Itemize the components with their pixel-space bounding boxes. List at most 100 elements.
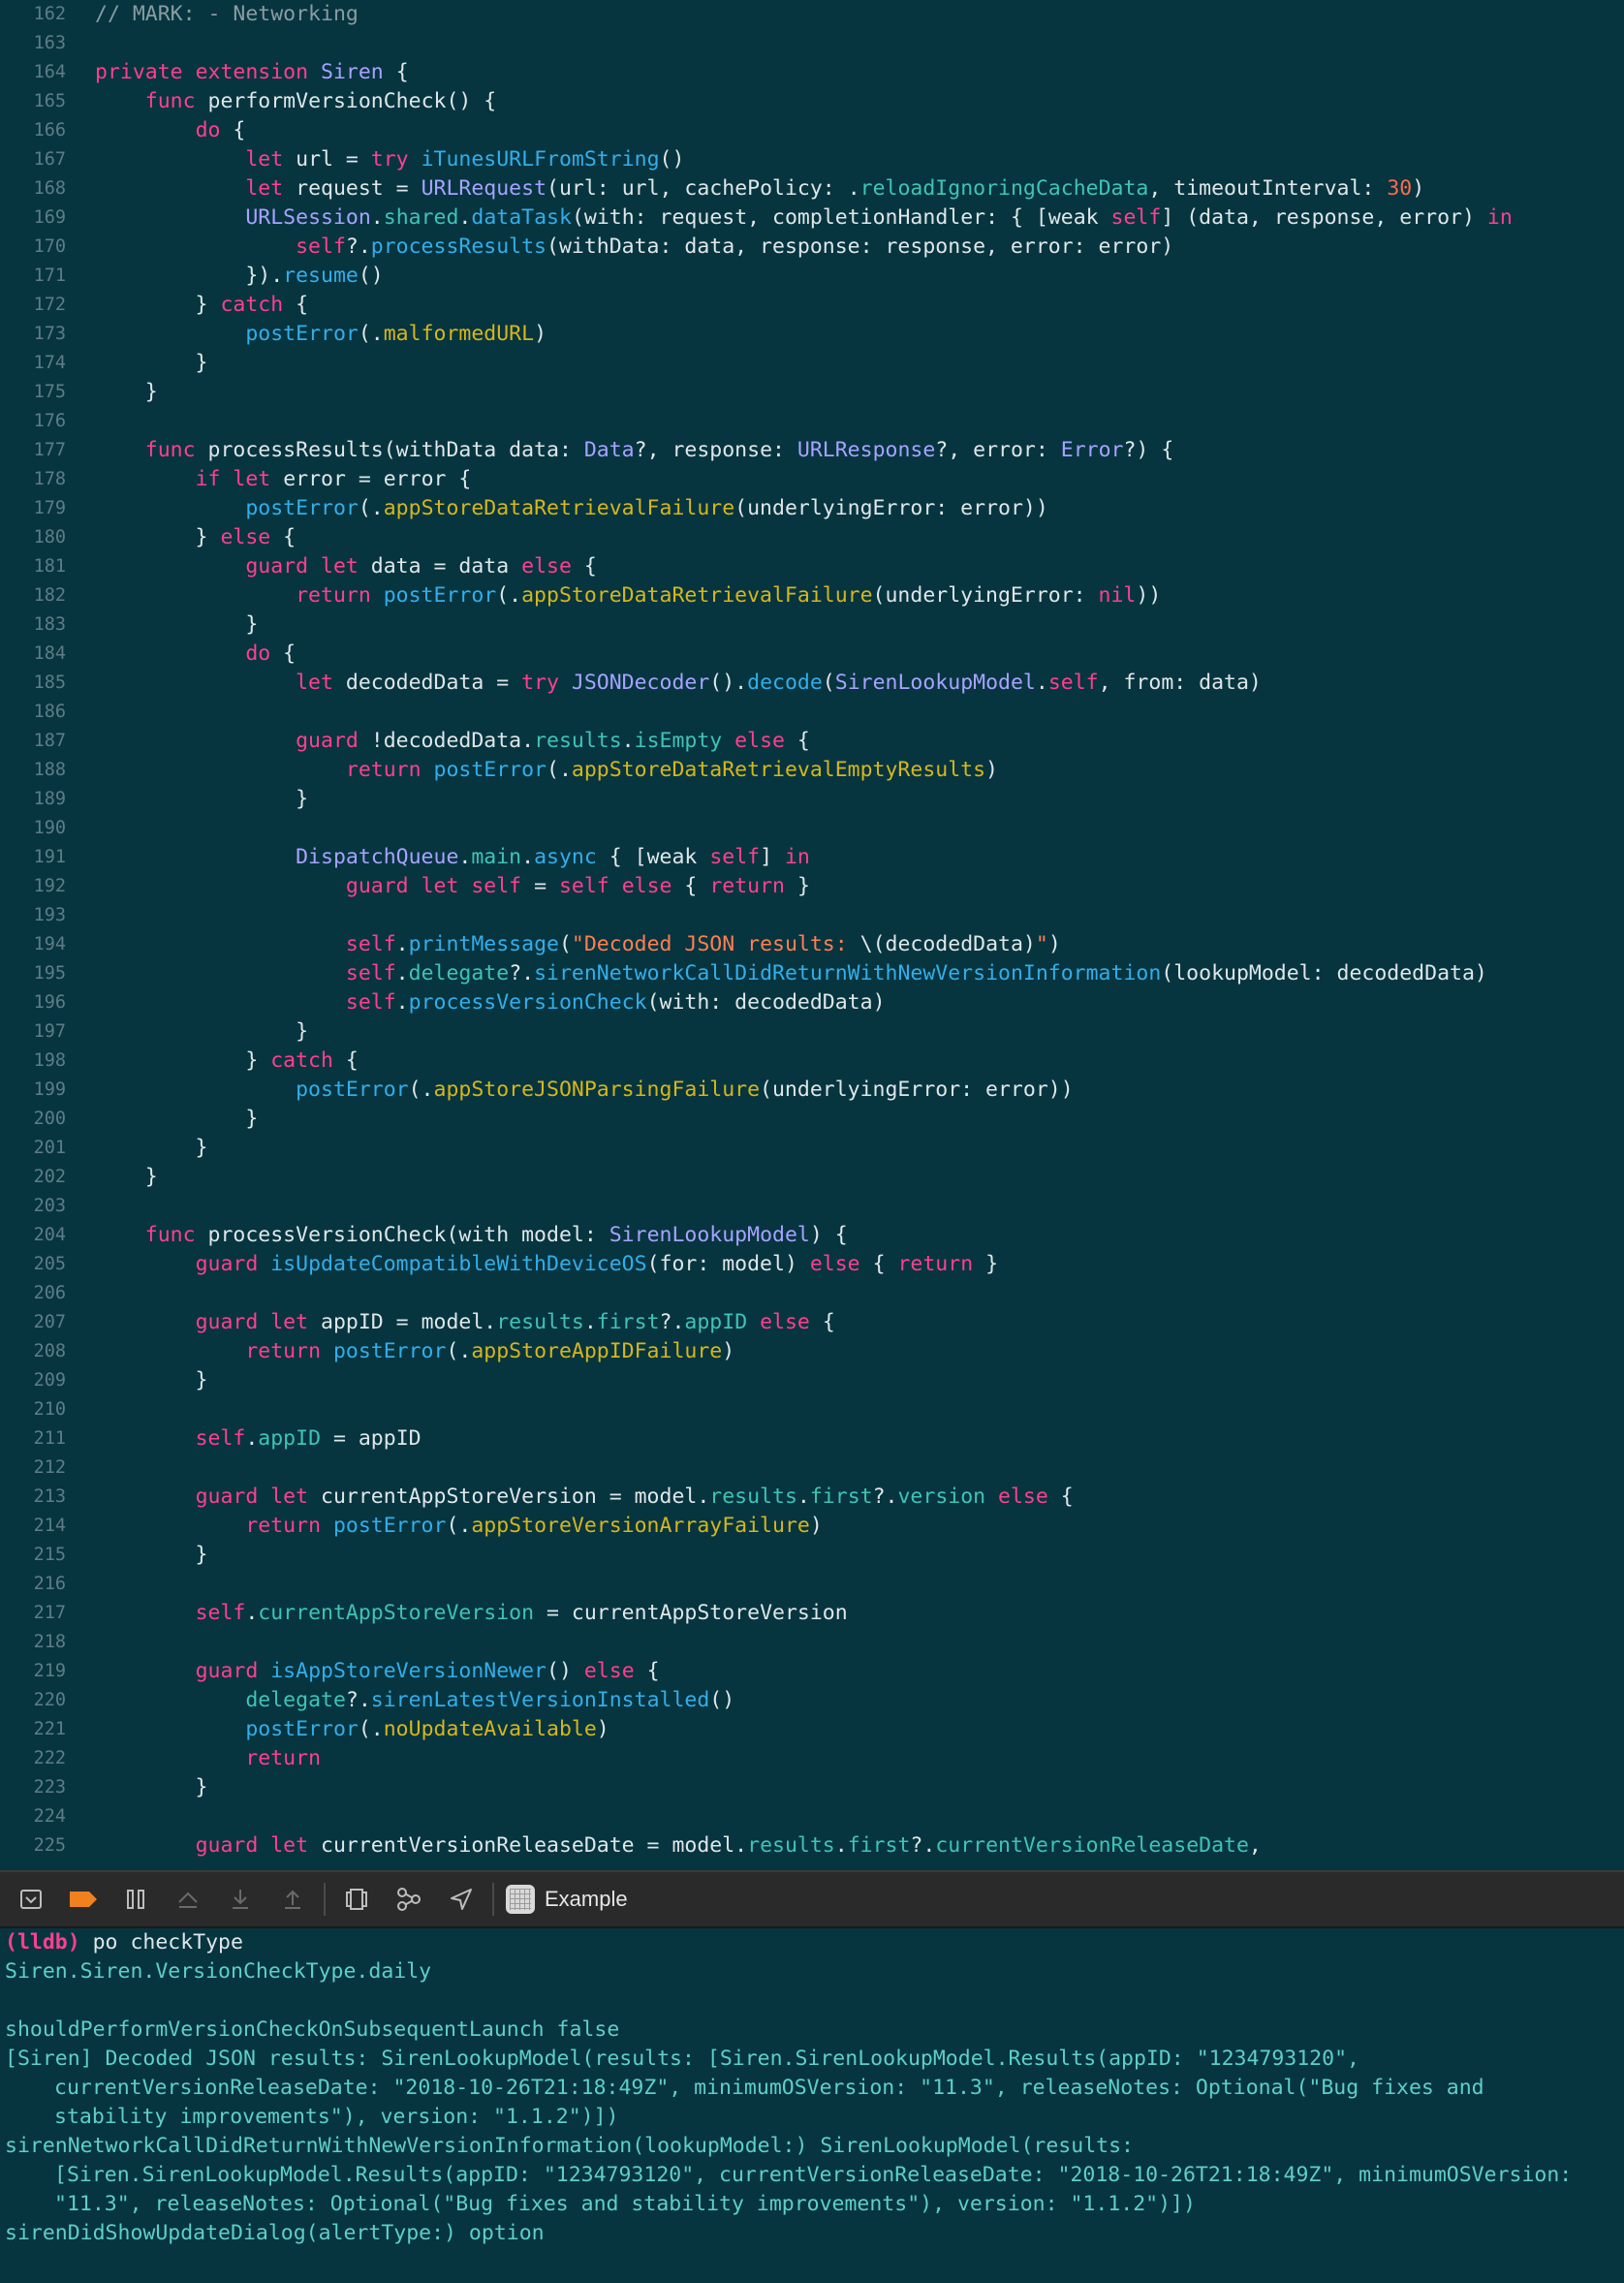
process-selector[interactable]: Example xyxy=(506,1885,628,1914)
code-line[interactable]: 182 return postError(.appStoreDataRetrie… xyxy=(0,581,1624,610)
code-line[interactable]: 200 } xyxy=(0,1105,1624,1134)
code-line[interactable]: 217 self.currentAppStoreVersion = curren… xyxy=(0,1599,1624,1628)
code-line[interactable]: 163 xyxy=(0,29,1624,58)
hide-console-button[interactable] xyxy=(10,1878,52,1921)
code-line[interactable]: 185 let decodedData = try JSONDecoder().… xyxy=(0,669,1624,698)
code-token: self xyxy=(1047,671,1099,695)
code-line[interactable]: 205 guard isUpdateCompatibleWithDeviceOS… xyxy=(0,1250,1624,1279)
code-line[interactable]: 223 } xyxy=(0,1773,1624,1802)
breakpoints-toggle-button[interactable] xyxy=(62,1878,105,1921)
code-line[interactable]: 195 self.delegate?.sirenNetworkCallDidRe… xyxy=(0,959,1624,988)
code-token: { xyxy=(270,641,297,666)
source-editor[interactable]: 162 // MARK: - Networking 163 164 private ex… xyxy=(0,0,1624,1870)
code-line[interactable]: 203 xyxy=(0,1192,1624,1221)
step-out-button[interactable] xyxy=(271,1878,314,1921)
code-token: . xyxy=(395,990,409,1015)
code-line[interactable]: 164 private extension Siren { xyxy=(0,58,1624,87)
code-line[interactable]: 196 self.processVersionCheck(with: decod… xyxy=(0,988,1624,1017)
code-token: noUpdateAvailable xyxy=(383,1717,597,1741)
code-line[interactable]: 171 }).resume() xyxy=(0,262,1624,291)
code-line[interactable]: 193 xyxy=(0,901,1624,930)
code-line[interactable]: 208 return postError(.appStoreAppIDFailu… xyxy=(0,1337,1624,1366)
code-token: let xyxy=(270,1833,322,1858)
code-line[interactable]: 224 xyxy=(0,1802,1624,1831)
code-line[interactable]: 214 return postError(.appStoreVersionArr… xyxy=(0,1512,1624,1541)
code-line[interactable]: 180 } else { xyxy=(0,523,1624,552)
code-line[interactable]: 210 xyxy=(0,1395,1624,1424)
code-line[interactable]: 183 } xyxy=(0,610,1624,640)
code-token: shared xyxy=(383,205,459,230)
code-line[interactable]: 225 guard let currentVersionReleaseDate … xyxy=(0,1831,1624,1861)
code-line[interactable]: 170 self?.processResults(withData: data,… xyxy=(0,233,1624,262)
code-line[interactable]: 189 } xyxy=(0,785,1624,814)
code-line[interactable]: 197 } xyxy=(0,1017,1624,1047)
memory-graph-button[interactable] xyxy=(388,1878,430,1921)
code-token: \(decodedData) xyxy=(859,932,1036,956)
code-line[interactable]: 213 guard let currentAppStoreVersion = m… xyxy=(0,1483,1624,1512)
view-hierarchy-button[interactable] xyxy=(335,1878,378,1921)
step-into-button[interactable] xyxy=(219,1878,262,1921)
code-token: ?, error: xyxy=(935,438,1061,462)
code-line[interactable]: 218 xyxy=(0,1628,1624,1657)
code-line[interactable]: 192 guard let self = self else { return … xyxy=(0,872,1624,901)
code-token: URLSession xyxy=(245,205,371,230)
code-line[interactable]: 204 func processVersionCheck(with model:… xyxy=(0,1221,1624,1250)
code-line[interactable]: 198 } catch { xyxy=(0,1047,1624,1076)
code-line[interactable]: 169 URLSession.shared.dataTask(with: req… xyxy=(0,203,1624,233)
step-over-button[interactable] xyxy=(167,1878,209,1921)
code-line[interactable]: 206 xyxy=(0,1279,1624,1308)
code-line[interactable]: 199 postError(.appStoreJSONParsingFailur… xyxy=(0,1076,1624,1105)
pause-button[interactable] xyxy=(114,1878,157,1921)
code-token: . xyxy=(1035,671,1048,695)
code-line[interactable]: 174 } xyxy=(0,349,1624,378)
code-line[interactable]: 172 } catch { xyxy=(0,291,1624,320)
code-line[interactable]: 166 do { xyxy=(0,116,1624,145)
code-line[interactable]: 220 delegate?.sirenLatestVersionInstalle… xyxy=(0,1686,1624,1715)
code-line[interactable]: 179 postError(.appStoreDataRetrievalFail… xyxy=(0,494,1624,523)
code-line[interactable]: 191 DispatchQueue.main.async { [weak sel… xyxy=(0,843,1624,872)
code-line[interactable]: 201 } xyxy=(0,1134,1624,1163)
line-number: 200 xyxy=(33,1109,66,1129)
code-line[interactable]: 219 guard isAppStoreVersionNewer() else … xyxy=(0,1657,1624,1686)
code-line[interactable]: 168 let request = URLRequest(url: url, c… xyxy=(0,174,1624,203)
code-line[interactable]: 216 xyxy=(0,1570,1624,1599)
code-token: self xyxy=(296,235,346,259)
code-line[interactable]: 165 func performVersionCheck() { xyxy=(0,87,1624,116)
code-line[interactable]: 212 xyxy=(0,1454,1624,1483)
code-line[interactable]: 173 postError(.malformedURL) xyxy=(0,320,1624,349)
hide-console-icon xyxy=(20,1890,42,1909)
simulate-location-button[interactable] xyxy=(440,1878,483,1921)
code-line[interactable]: 215 } xyxy=(0,1541,1624,1570)
code-line[interactable]: 221 postError(.noUpdateAvailable) xyxy=(0,1715,1624,1744)
code-token: = currentAppStoreVersion xyxy=(534,1601,848,1625)
code-token: return xyxy=(245,1514,333,1538)
code-line[interactable]: 184 do { xyxy=(0,640,1624,669)
code-line[interactable]: 181 guard let data = data else { xyxy=(0,552,1624,581)
line-number: 217 xyxy=(33,1603,66,1623)
code-line[interactable]: 202 } xyxy=(0,1163,1624,1192)
code-token: = xyxy=(521,874,559,898)
code-line[interactable]: 190 xyxy=(0,814,1624,843)
code-line[interactable]: 209 } xyxy=(0,1366,1624,1395)
code-token: return xyxy=(897,1252,974,1276)
code-line[interactable]: 186 xyxy=(0,698,1624,727)
code-line[interactable]: 211 self.appID = appID xyxy=(0,1424,1624,1454)
code-line[interactable]: 162 // MARK: - Networking xyxy=(0,0,1624,29)
debug-console[interactable]: (lldb) po checkType Siren.Siren.VersionC… xyxy=(0,1928,1624,2283)
code-line[interactable]: 175 } xyxy=(0,378,1624,407)
code-line[interactable]: 207 guard let appID = model.results.firs… xyxy=(0,1308,1624,1337)
code-text: do { xyxy=(95,640,296,669)
code-line[interactable]: 176 xyxy=(0,407,1624,436)
code-line[interactable]: 194 self.printMessage("Decoded JSON resu… xyxy=(0,930,1624,959)
code-line[interactable]: 177 func processResults(withData data: D… xyxy=(0,436,1624,465)
code-line[interactable]: 222 return xyxy=(0,1744,1624,1773)
code-token: ) xyxy=(1412,176,1425,201)
code-line[interactable]: 187 guard !decodedData.results.isEmpty e… xyxy=(0,727,1624,756)
code-line[interactable]: 188 return postError(.appStoreDataRetrie… xyxy=(0,756,1624,785)
code-line[interactable]: 167 let url = try iTunesURLFromString() xyxy=(0,145,1624,174)
code-line[interactable]: 178 if let error = error { xyxy=(0,465,1624,494)
